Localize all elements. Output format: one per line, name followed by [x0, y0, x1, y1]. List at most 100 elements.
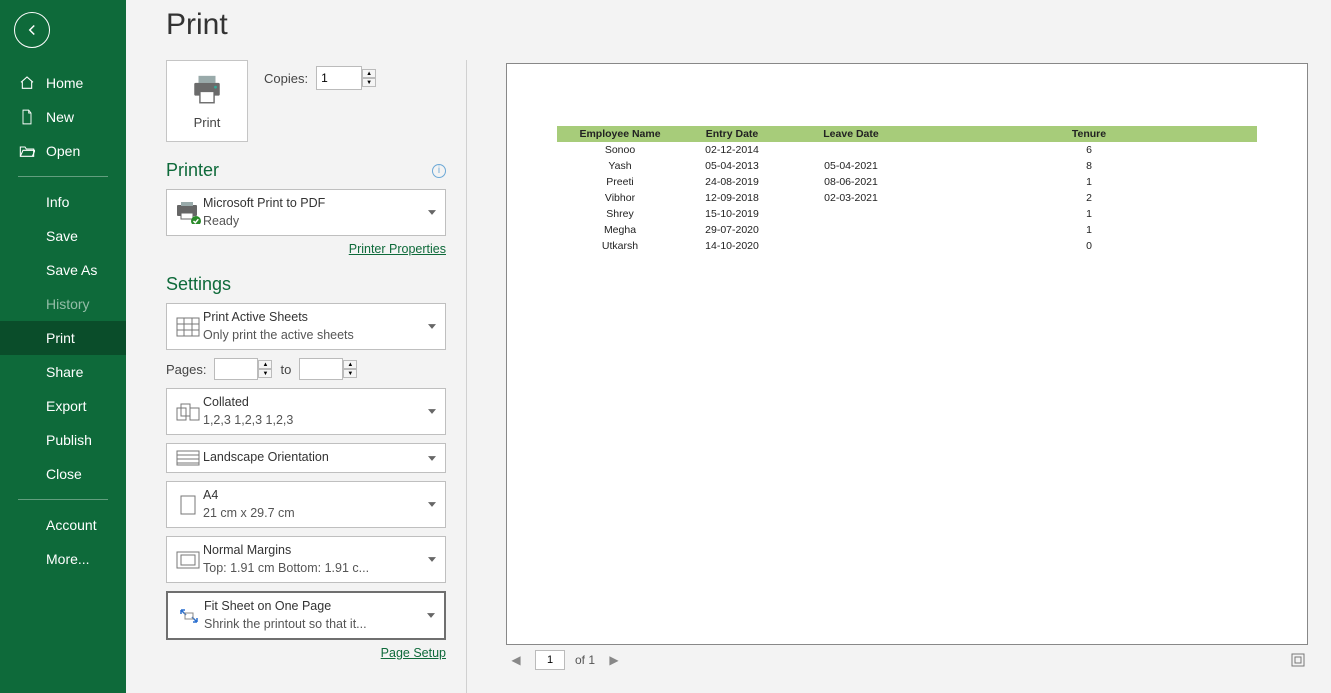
page-title: Print — [166, 8, 1307, 42]
table-cell: 1 — [921, 222, 1257, 238]
table-cell: Utkarsh — [557, 238, 683, 254]
printer-selector[interactable]: Microsoft Print to PDF Ready — [166, 189, 446, 236]
sidebar-home[interactable]: Home — [0, 66, 126, 100]
printer-name: Microsoft Print to PDF — [203, 195, 425, 213]
sidebar-save[interactable]: Save — [0, 219, 126, 253]
sidebar-separator — [18, 176, 108, 177]
table-cell — [781, 206, 921, 222]
sidebar-label: Info — [46, 194, 114, 210]
print-preview-page: Employee NameEntry DateLeave DateTenure … — [507, 64, 1307, 644]
sidebar-label: History — [46, 296, 114, 312]
back-button[interactable] — [14, 12, 50, 48]
chevron-down-icon — [425, 502, 439, 507]
table-cell: 05-04-2021 — [781, 158, 921, 174]
spin-down-icon[interactable]: ▼ — [343, 369, 357, 378]
table-row: Megha29-07-2020 1 — [557, 222, 1257, 238]
sidebar-saveas[interactable]: Save As — [0, 253, 126, 287]
page-setup-link[interactable]: Page Setup — [166, 646, 446, 660]
table-cell: Megha — [557, 222, 683, 238]
table-cell: 8 — [921, 158, 1257, 174]
copies-input[interactable] — [316, 66, 362, 90]
zoom-to-page-button[interactable] — [1289, 651, 1307, 669]
printer-icon — [190, 73, 224, 107]
info-icon[interactable]: i — [432, 164, 446, 178]
sidebar-label: Close — [46, 466, 114, 482]
sidebar-label: Export — [46, 398, 114, 414]
home-icon — [18, 75, 36, 91]
sidebar-label: Save — [46, 228, 114, 244]
dropdown-title: Fit Sheet on One Page — [204, 598, 424, 616]
table-cell: Vibhor — [557, 190, 683, 206]
copies-spinner[interactable]: ▲ ▼ — [362, 69, 376, 87]
dropdown-title: Normal Margins — [203, 542, 425, 560]
print-button[interactable]: Print — [166, 60, 248, 142]
sidebar-history: History — [0, 287, 126, 321]
orientation-selector[interactable]: Landscape Orientation — [166, 443, 446, 473]
table-row: Yash05-04-201305-04-20218 — [557, 158, 1257, 174]
scaling-selector[interactable]: Fit Sheet on One Page Shrink the printou… — [166, 591, 446, 640]
sidebar-new[interactable]: New — [0, 100, 126, 134]
chevron-down-icon — [425, 557, 439, 562]
sidebar-export[interactable]: Export — [0, 389, 126, 423]
next-page-button[interactable]: ▶ — [605, 651, 623, 669]
copies-label: Copies: — [264, 71, 308, 86]
sidebar-print[interactable]: Print — [0, 321, 126, 355]
spin-up-icon[interactable]: ▲ — [258, 360, 272, 369]
collation-selector[interactable]: Collated 1,2,3 1,2,3 1,2,3 — [166, 388, 446, 435]
table-header: Leave Date — [781, 126, 921, 142]
sidebar-label: New — [46, 109, 114, 125]
sidebar-label: Open — [46, 143, 114, 159]
backstage-sidebar: Home New Open Info Save Save As History … — [0, 0, 126, 693]
table-header: Employee Name — [557, 126, 683, 142]
fit-sheet-icon — [174, 606, 204, 626]
table-row: Shrey15-10-20191 — [557, 206, 1257, 222]
sidebar-share[interactable]: Share — [0, 355, 126, 389]
table-cell: 08-06-2021 — [781, 174, 921, 190]
table-cell: 02-03-2021 — [781, 190, 921, 206]
sidebar-info[interactable]: Info — [0, 185, 126, 219]
dropdown-sub: 21 cm x 29.7 cm — [203, 505, 425, 523]
sidebar-label: Publish — [46, 432, 114, 448]
collated-icon — [173, 403, 203, 421]
prev-page-button[interactable]: ◀ — [507, 651, 525, 669]
sidebar-label: Print — [46, 330, 114, 346]
spin-down-icon[interactable]: ▼ — [258, 369, 272, 378]
spin-up-icon[interactable]: ▲ — [362, 69, 376, 78]
table-cell: 2 — [921, 190, 1257, 206]
table-cell: 1 — [921, 206, 1257, 222]
preview-table: Employee NameEntry DateLeave DateTenure … — [557, 126, 1257, 254]
spin-down-icon[interactable]: ▼ — [362, 78, 376, 87]
table-cell: 29-07-2020 — [683, 222, 781, 238]
table-cell: 02-12-2014 — [683, 142, 781, 158]
landscape-icon — [173, 449, 203, 467]
paper-size-selector[interactable]: A4 21 cm x 29.7 cm — [166, 481, 446, 528]
printer-properties-link[interactable]: Printer Properties — [166, 242, 446, 256]
sidebar-more[interactable]: More... — [0, 542, 126, 576]
table-header: Tenure — [921, 126, 1257, 142]
print-scope-selector[interactable]: Print Active Sheets Only print the activ… — [166, 303, 446, 350]
sidebar-publish[interactable]: Publish — [0, 423, 126, 457]
pages-from-input[interactable] — [214, 358, 258, 380]
sidebar-open[interactable]: Open — [0, 134, 126, 168]
sidebar-close[interactable]: Close — [0, 457, 126, 491]
table-cell: 14-10-2020 — [683, 238, 781, 254]
pages-to-input[interactable] — [299, 358, 343, 380]
printer-status: Ready — [203, 213, 425, 231]
print-button-label: Print — [194, 115, 221, 130]
sheets-icon — [173, 317, 203, 337]
current-page-input[interactable] — [535, 650, 565, 670]
back-arrow-icon — [23, 21, 41, 39]
printer-heading: Printer i — [166, 160, 446, 181]
spin-up-icon[interactable]: ▲ — [343, 360, 357, 369]
open-icon — [18, 144, 36, 158]
table-cell: 1 — [921, 174, 1257, 190]
margins-icon — [173, 551, 203, 569]
page-icon — [173, 495, 203, 515]
sidebar-label: Account — [46, 517, 114, 533]
sidebar-label: Save As — [46, 262, 114, 278]
sidebar-account[interactable]: Account — [0, 508, 126, 542]
table-cell: 6 — [921, 142, 1257, 158]
dropdown-sub: Top: 1.91 cm Bottom: 1.91 c... — [203, 560, 425, 578]
margins-selector[interactable]: Normal Margins Top: 1.91 cm Bottom: 1.91… — [166, 536, 446, 583]
printer-ready-icon — [173, 202, 203, 224]
